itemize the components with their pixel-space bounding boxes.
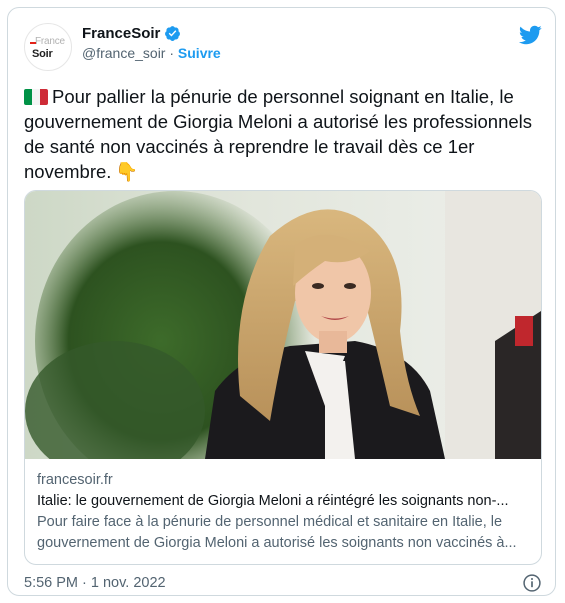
- twitter-bird-icon[interactable]: [518, 23, 542, 47]
- account-name-row: FranceSoir: [82, 25, 181, 42]
- link-preview-card[interactable]: francesoir.fr Italie: le gouvernement de…: [24, 190, 542, 565]
- avatar-logo-dash: [30, 42, 36, 44]
- account-handle[interactable]: @france_soir: [82, 45, 165, 61]
- pointing-down-hand-icon: 👇: [115, 161, 139, 182]
- tweet-text: Pour pallier la pénurie de personnel soi…: [24, 84, 542, 184]
- account-name[interactable]: FranceSoir: [82, 25, 160, 42]
- verified-badge-icon: [165, 26, 181, 41]
- avatar[interactable]: France Soir: [24, 23, 72, 71]
- tweet-timestamp[interactable]: 5:56 PM · 1 nov. 2022: [24, 575, 166, 591]
- card-description: Pour faire face à la pénurie de personne…: [37, 514, 517, 551]
- tweet-card: France Soir FranceSoir @france_soir · Su…: [7, 7, 556, 596]
- tweet-body: Pour pallier la pénurie de personnel soi…: [24, 86, 533, 182]
- info-icon[interactable]: [522, 573, 542, 593]
- handle-separator: ·: [169, 45, 175, 61]
- card-meta: francesoir.fr Italie: le gouvernement de…: [37, 470, 531, 554]
- follow-button[interactable]: Suivre: [178, 45, 221, 61]
- article-photo[interactable]: [25, 191, 541, 459]
- avatar-logo-line1: France: [35, 36, 65, 47]
- italy-flag-icon: [24, 89, 48, 105]
- avatar-logo-line2: Soir: [32, 48, 53, 60]
- card-title[interactable]: Italie: le gouvernement de Giorgia Melon…: [37, 491, 531, 512]
- card-domain[interactable]: francesoir.fr: [37, 470, 531, 491]
- handle-row: @france_soir · Suivre: [82, 45, 221, 61]
